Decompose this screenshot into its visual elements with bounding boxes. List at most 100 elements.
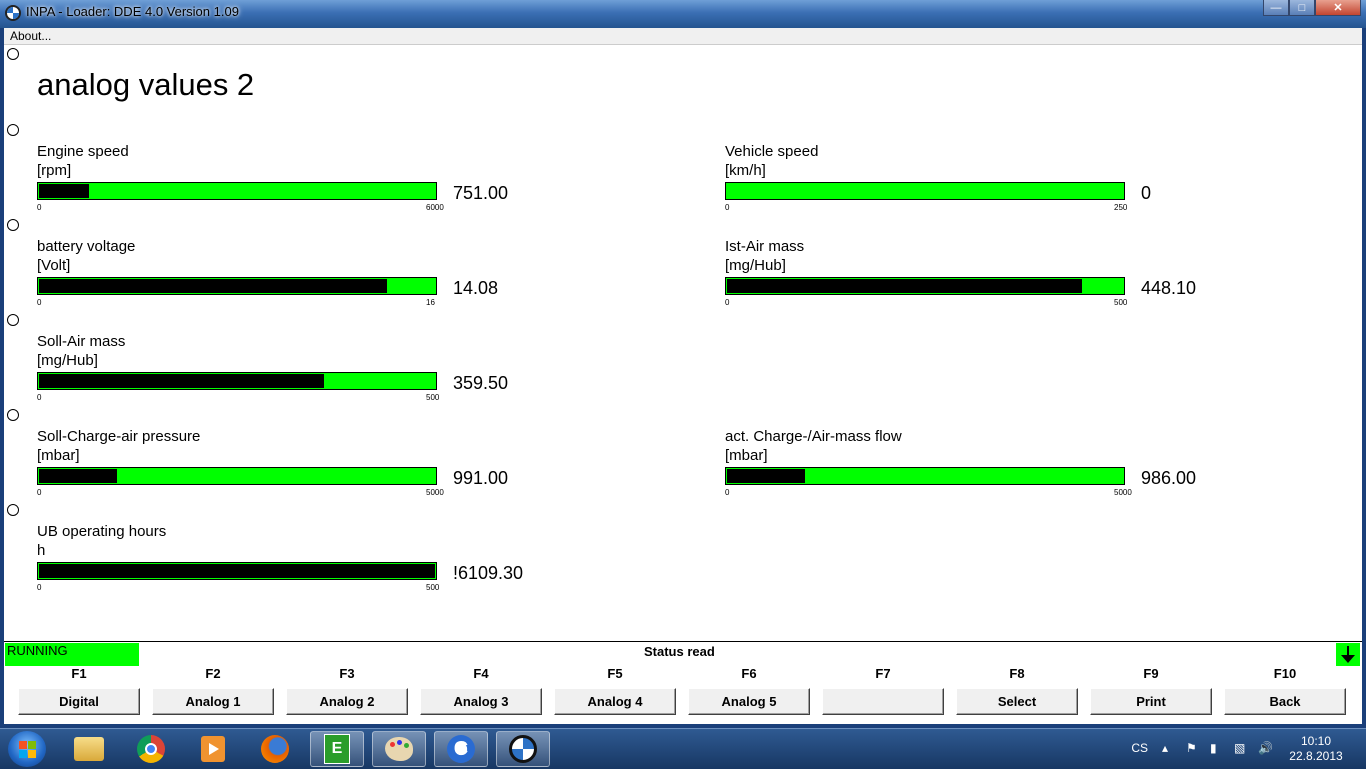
status-message: Status read [644,644,715,659]
status-bar: RUNNING Status read [4,641,1362,667]
language-indicator[interactable]: CS [1131,741,1148,755]
gauge-fill [39,279,387,293]
gauge-label: UB operating hours [37,523,167,540]
taskbar-chrome[interactable] [124,731,178,767]
close-button[interactable]: ✕ [1315,0,1361,16]
gauge-label: battery voltage [37,238,136,255]
gauge-unit: [mg/Hub] [37,352,98,369]
gauge-unit: [mbar] [725,447,768,464]
radio-button[interactable] [7,409,19,421]
gauge-bar [725,467,1125,485]
start-button[interactable] [8,731,46,767]
system-tray: CS ▴ ⚑ ▮ ▧ 🔊 10:10 22.8.2013 [1098,729,1358,769]
clock-time: 10:10 [1300,734,1332,748]
print-button[interactable]: Print [1090,688,1212,715]
gauge-battery-voltage: battery voltage [Volt] 14.08 0 16 [37,237,557,327]
gauge-unit: [mg/Hub] [725,257,786,274]
minimize-button[interactable]: — [1263,0,1289,16]
maximize-button[interactable]: □ [1289,0,1315,16]
gauge-min: 0 [37,583,42,592]
gauge-unit: [km/h] [725,162,766,179]
analog-2-button[interactable]: Analog 2 [286,688,408,715]
gauge-bar [37,467,437,485]
analog-5-button[interactable]: Analog 5 [688,688,810,715]
radio-button[interactable] [7,504,19,516]
gauge-act-charge-air-mass-flow: act. Charge-/Air-mass flow [mbar] 986.00… [725,427,1245,517]
radio-button[interactable] [7,48,19,60]
taskbar-ediabas[interactable]: E [310,731,364,767]
bmw-logo-icon [5,5,21,21]
gauge-value: 0 [1141,183,1152,203]
paint-palette-icon [385,737,413,761]
select-button[interactable]: Select [956,688,1078,715]
client-area: analog values 2 Engine speed [rpm] 751.0… [4,45,1362,641]
digital-button[interactable]: Digital [18,688,140,715]
gauge-ub-operating-hours: UB operating hours h !6109.30 0 500 [37,522,557,612]
folder-icon [74,737,104,761]
clock[interactable]: 10:10 22.8.2013 [1286,734,1346,764]
taskbar: E C CS ▴ ⚑ ▮ ▧ 🔊 10:10 22.8.2013 [0,728,1366,769]
chevron-up-icon[interactable]: ▴ [1162,741,1176,755]
gauge-bar [725,182,1125,200]
network-icon[interactable]: ▧ [1234,741,1248,755]
menu-bar: About... [4,28,1362,45]
gauge-max: 5000 [1114,488,1132,497]
taskbar-inpa[interactable] [496,731,550,767]
gauge-value: 991.00 [453,468,509,488]
gauge-fill [39,374,324,388]
taskbar-explorer[interactable] [62,731,116,767]
bmw-logo-icon [509,735,537,763]
gauge-value: 986.00 [1141,468,1197,488]
analog-4-button[interactable]: Analog 4 [554,688,676,715]
radio-button[interactable] [7,314,19,326]
gauge-unit: h [37,542,46,559]
fkey-label: F4 [473,666,489,681]
radio-button[interactable] [7,124,19,136]
gauge-ist-air-mass: Ist-Air mass [mg/Hub] 448.10 0 500 [725,237,1245,327]
gauge-min: 0 [37,393,42,402]
taskbar-media-player[interactable] [186,731,240,767]
gauge-max: 500 [1114,298,1128,307]
gauge-min: 0 [37,203,42,212]
gauge-max: 500 [426,583,440,592]
gauge-unit: [mbar] [37,447,80,464]
analog-1-button[interactable]: Analog 1 [152,688,274,715]
gauge-label: Ist-Air mass [725,238,805,255]
gauge-bar [725,277,1125,295]
gauge-value: !6109.30 [453,563,524,583]
firefox-icon [261,735,289,763]
gauge-fill [39,184,89,198]
gauge-label: act. Charge-/Air-mass flow [725,428,902,445]
function-key-bar: F1 Digital F2 Analog 1 F3 Analog 2 F4 An… [4,666,1362,724]
volume-icon[interactable]: 🔊 [1258,741,1273,755]
gauge-unit: [Volt] [37,257,71,274]
clock-date: 22.8.2013 [1289,749,1343,763]
gauge-min: 0 [37,298,42,307]
gauge-fill [727,469,805,483]
taskbar-paint[interactable] [372,731,426,767]
gauge-max: 6000 [426,203,444,212]
fkey-label: F2 [205,666,221,681]
back-button[interactable]: Back [1224,688,1346,715]
status-state: RUNNING [7,643,68,658]
gauge-min: 0 [725,488,730,497]
gauge-soll-air-mass: Soll-Air mass [mg/Hub] 359.50 0 500 [37,332,557,422]
f7-button[interactable] [822,688,944,715]
gauge-min: 0 [725,203,730,212]
gauge-value: 14.08 [453,278,499,298]
radio-button[interactable] [7,219,19,231]
ccleaner-icon: C [447,735,475,763]
battery-icon[interactable]: ▮ [1210,741,1224,755]
taskbar-ccleaner[interactable]: C [434,731,488,767]
gauge-label: Engine speed [37,143,129,160]
flag-icon[interactable]: ⚑ [1186,741,1200,755]
menu-about[interactable]: About... [10,28,51,44]
analog-3-button[interactable]: Analog 3 [420,688,542,715]
gauge-fill [727,279,1082,293]
page-title: analog values 2 [37,67,255,102]
taskbar-firefox[interactable] [248,731,302,767]
status-state-indicator: RUNNING [5,643,139,666]
gauge-unit: [rpm] [37,162,72,179]
gauge-max: 5000 [426,488,444,497]
fkey-label: F7 [875,666,891,681]
